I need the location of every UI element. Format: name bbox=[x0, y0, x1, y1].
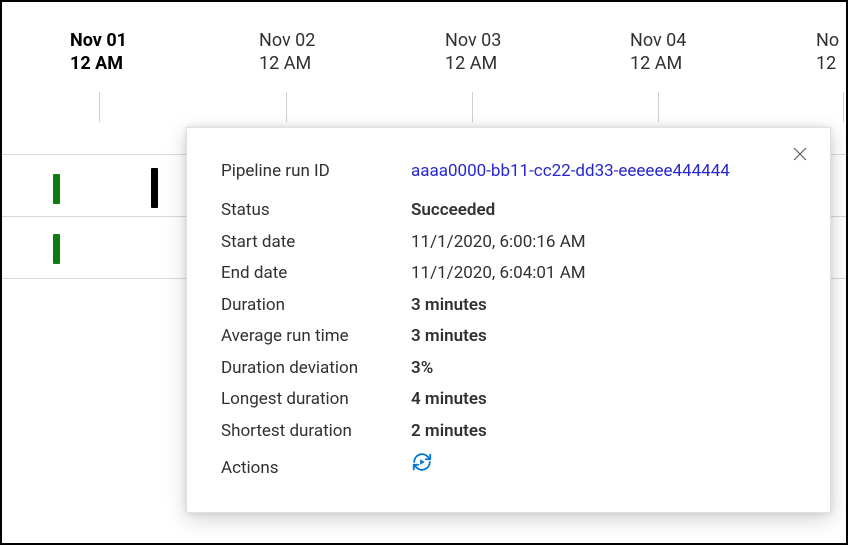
avg-value: 3 minutes bbox=[411, 321, 487, 352]
run-bar[interactable] bbox=[53, 174, 60, 204]
date-label: Nov 0412 AM bbox=[630, 30, 686, 75]
date-label: Nov 0112 AM bbox=[70, 30, 127, 75]
rerun-icon[interactable] bbox=[411, 447, 433, 473]
gantt-view: Nov 0112 AM Nov 0212 AM Nov 0312 AM Nov 041… bbox=[0, 0, 848, 545]
end-label: End date bbox=[221, 258, 411, 289]
runid-label: Pipeline run ID bbox=[221, 156, 411, 187]
date-label: Nov 0212 AM bbox=[259, 30, 315, 75]
dev-value: 3% bbox=[411, 353, 433, 384]
duration-value: 3 minutes bbox=[411, 290, 487, 321]
longest-value: 4 minutes bbox=[411, 384, 487, 415]
dev-label: Duration deviation bbox=[221, 353, 411, 384]
date-label: Nov 0312 AM bbox=[445, 30, 501, 75]
tick bbox=[843, 92, 844, 122]
close-icon[interactable] bbox=[786, 140, 814, 168]
tick bbox=[286, 92, 287, 122]
status-value: Succeeded bbox=[411, 195, 495, 226]
date-label: No12 bbox=[816, 30, 839, 75]
actions-label: Actions bbox=[221, 453, 411, 484]
tick bbox=[99, 92, 100, 122]
start-value: 11/1/2020, 6:00:16 AM bbox=[411, 227, 586, 258]
shortest-label: Shortest duration bbox=[221, 416, 411, 447]
start-label: Start date bbox=[221, 227, 411, 258]
avg-label: Average run time bbox=[221, 321, 411, 352]
tick bbox=[658, 92, 659, 122]
run-bar[interactable] bbox=[53, 234, 60, 264]
shortest-value: 2 minutes bbox=[411, 416, 487, 447]
longest-label: Longest duration bbox=[221, 384, 411, 415]
runid-link[interactable]: aaaa0000-bb11-cc22-dd33-eeeeee444444 bbox=[411, 156, 730, 187]
run-details-tooltip: Pipeline run ID aaaa0000-bb11-cc22-dd33-… bbox=[186, 127, 831, 513]
duration-label: Duration bbox=[221, 290, 411, 321]
run-bar[interactable] bbox=[151, 168, 158, 208]
timeline-header: Nov 0112 AM Nov 0212 AM Nov 0312 AM Nov 041… bbox=[2, 2, 846, 92]
end-value: 11/1/2020, 6:04:01 AM bbox=[411, 258, 586, 289]
tick bbox=[472, 92, 473, 122]
status-label: Status bbox=[221, 195, 411, 226]
